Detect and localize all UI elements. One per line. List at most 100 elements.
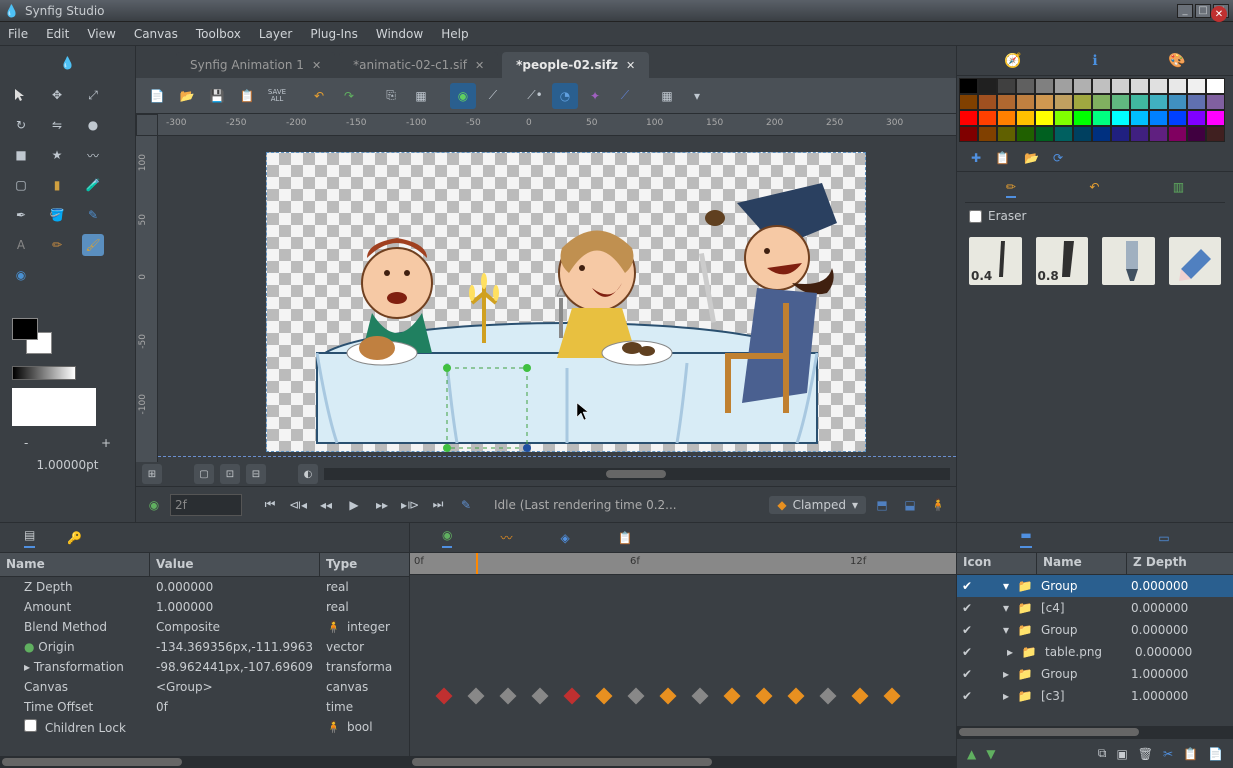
redo-button[interactable]: ↷ <box>336 83 362 109</box>
duck-tangent-button[interactable]: ⟋ <box>480 83 506 109</box>
palette-swatch[interactable] <box>1016 78 1035 94</box>
palette-swatch[interactable] <box>959 78 978 94</box>
interpolation-dropdown[interactable]: ◆ Clamped ▾ <box>769 496 866 514</box>
minimize-button[interactable]: _ <box>1177 4 1193 18</box>
fill-tool[interactable]: 🧪 <box>82 174 104 196</box>
palette-swatch[interactable] <box>1149 110 1168 126</box>
bucket-tool[interactable]: 🪣 <box>46 204 68 226</box>
palette-swatch[interactable] <box>978 126 997 142</box>
transform-tool[interactable] <box>10 84 32 106</box>
palette-swatch[interactable] <box>959 126 978 142</box>
load-palette-button[interactable]: 📂 <box>1024 151 1039 165</box>
menu-help[interactable]: Help <box>441 27 468 41</box>
layer-visibility-checkbox[interactable]: ✔ <box>957 579 977 593</box>
curves-tab[interactable]: 〰 <box>500 529 512 546</box>
palette-swatch[interactable] <box>1187 78 1206 94</box>
spline-tool[interactable]: 〰 <box>82 144 104 166</box>
time-cursor[interactable] <box>476 553 478 574</box>
canvas-scrollbar[interactable] <box>324 468 950 480</box>
seek-fwd-button[interactable]: ▸▸ <box>370 493 394 517</box>
menu-toolbox[interactable]: Toolbox <box>196 27 241 41</box>
palette-swatch[interactable] <box>1168 94 1187 110</box>
palette-swatch[interactable] <box>1016 110 1035 126</box>
eraser-checkbox[interactable] <box>969 210 982 223</box>
keyframe[interactable] <box>660 688 677 705</box>
zoom-in[interactable]: + <box>101 436 111 450</box>
animate-mode-button[interactable]: ◉ <box>142 493 166 517</box>
seek-next-kf-button[interactable]: ▸⧐ <box>398 493 422 517</box>
layer-visibility-checkbox[interactable]: ✔ <box>957 645 977 659</box>
ruler-vertical[interactable]: 100 50 0 -50 -100 <box>136 136 158 462</box>
text-tool[interactable]: A <box>10 234 32 256</box>
polygon-tool[interactable]: ▢ <box>10 174 32 196</box>
palette-swatch[interactable] <box>997 126 1016 142</box>
brush-preset-3[interactable] <box>1169 237 1222 285</box>
palette-swatch[interactable] <box>1168 78 1187 94</box>
palette-swatch[interactable] <box>1111 126 1130 142</box>
reset-palette-button[interactable]: ⟳ <box>1053 151 1063 165</box>
menu-window[interactable]: Window <box>376 27 423 41</box>
render-button[interactable]: ⎘ <box>378 83 404 109</box>
layer-expand-toggle[interactable]: ▸ <box>977 689 1013 703</box>
rectangle-tool[interactable]: ■ <box>10 144 32 166</box>
keyframe[interactable] <box>532 688 549 705</box>
copy-layer-button[interactable]: 📋 <box>1183 747 1198 761</box>
group-layer-button[interactable]: ▣ <box>1116 747 1127 761</box>
palette-swatch[interactable] <box>1111 78 1130 94</box>
duck-origin-button[interactable]: ⟋ <box>612 83 638 109</box>
palette-swatch[interactable] <box>1149 94 1168 110</box>
col-value[interactable]: Value <box>150 553 320 576</box>
layer-visibility-checkbox[interactable]: ✔ <box>957 601 977 615</box>
seek-end-button[interactable]: ⏭ <box>426 493 450 517</box>
palette-swatch[interactable] <box>1111 94 1130 110</box>
add-color-button[interactable]: ✚ <box>971 151 981 165</box>
metadata-tab[interactable]: 📋 <box>618 531 633 545</box>
mirror-tool[interactable]: ⇋ <box>46 114 68 136</box>
param-row[interactable]: Canvas<Group>canvas <box>0 677 409 697</box>
palette-swatch[interactable] <box>1149 126 1168 142</box>
animate-toggle-button[interactable]: 🧍 <box>926 493 950 517</box>
keyframe[interactable] <box>852 688 869 705</box>
palette-swatch[interactable] <box>1130 110 1149 126</box>
palette-swatch[interactable] <box>978 78 997 94</box>
onion-button[interactable]: ◐ <box>298 464 318 484</box>
scale-tool[interactable]: ⤢ <box>82 84 104 106</box>
menu-layer[interactable]: Layer <box>259 27 292 41</box>
keyframe[interactable] <box>500 688 517 705</box>
guide-snap-button[interactable]: ⊟ <box>246 464 266 484</box>
layer-expand-toggle[interactable]: ▸ <box>977 667 1013 681</box>
onion-skin-button[interactable]: ◉ <box>450 83 476 109</box>
palette-swatch[interactable] <box>1187 126 1206 142</box>
layer-row[interactable]: ✔▸📁table.png0.000000 <box>957 641 1233 663</box>
ruler-horizontal[interactable]: -300 -250 -200 -150 -100 -50 0 50 100 15… <box>158 114 956 136</box>
palette-swatch[interactable] <box>1130 78 1149 94</box>
more-options-button[interactable]: ▾ <box>684 83 710 109</box>
cutout-tool[interactable]: ◉ <box>10 264 32 286</box>
loop-button[interactable]: ✎ <box>454 493 478 517</box>
keyframe-lock-future-button[interactable]: ⬓ <box>898 493 922 517</box>
open-file-button[interactable]: 📂 <box>174 83 200 109</box>
gradient-tool[interactable]: ▮ <box>46 174 68 196</box>
palette-swatch[interactable] <box>1054 110 1073 126</box>
layer-row[interactable]: ✔▾📁[c4]0.000000 <box>957 597 1233 619</box>
layer-expand-toggle[interactable]: ▾ <box>977 623 1013 637</box>
delete-layer-button[interactable]: 🗑 <box>1138 747 1153 761</box>
foreground-swatch[interactable] <box>12 318 38 340</box>
circle-tool[interactable]: ● <box>82 114 104 136</box>
palette-swatch[interactable] <box>978 110 997 126</box>
palette-swatch[interactable] <box>1054 126 1073 142</box>
palette-swatch[interactable] <box>1149 78 1168 94</box>
sketch-tool[interactable]: ✏ <box>46 234 68 256</box>
doc-tab-0[interactable]: Synfig Animation 1✕ <box>176 52 335 78</box>
save-palette-button[interactable]: 📋 <box>995 151 1010 165</box>
palette-swatch[interactable] <box>1111 110 1130 126</box>
close-icon[interactable]: ✕ <box>475 59 484 72</box>
cut-layer-button[interactable]: ✂ <box>1163 747 1173 761</box>
star-tool[interactable]: ★ <box>46 144 68 166</box>
brush-preset-2[interactable] <box>1102 237 1155 285</box>
smooth-move-tool[interactable]: ✥ <box>46 84 68 106</box>
brush-preset-1[interactable]: 0.8 <box>1036 237 1089 285</box>
menu-view[interactable]: View <box>87 27 115 41</box>
keyframe[interactable] <box>468 688 485 705</box>
col-name[interactable]: Name <box>0 553 150 576</box>
